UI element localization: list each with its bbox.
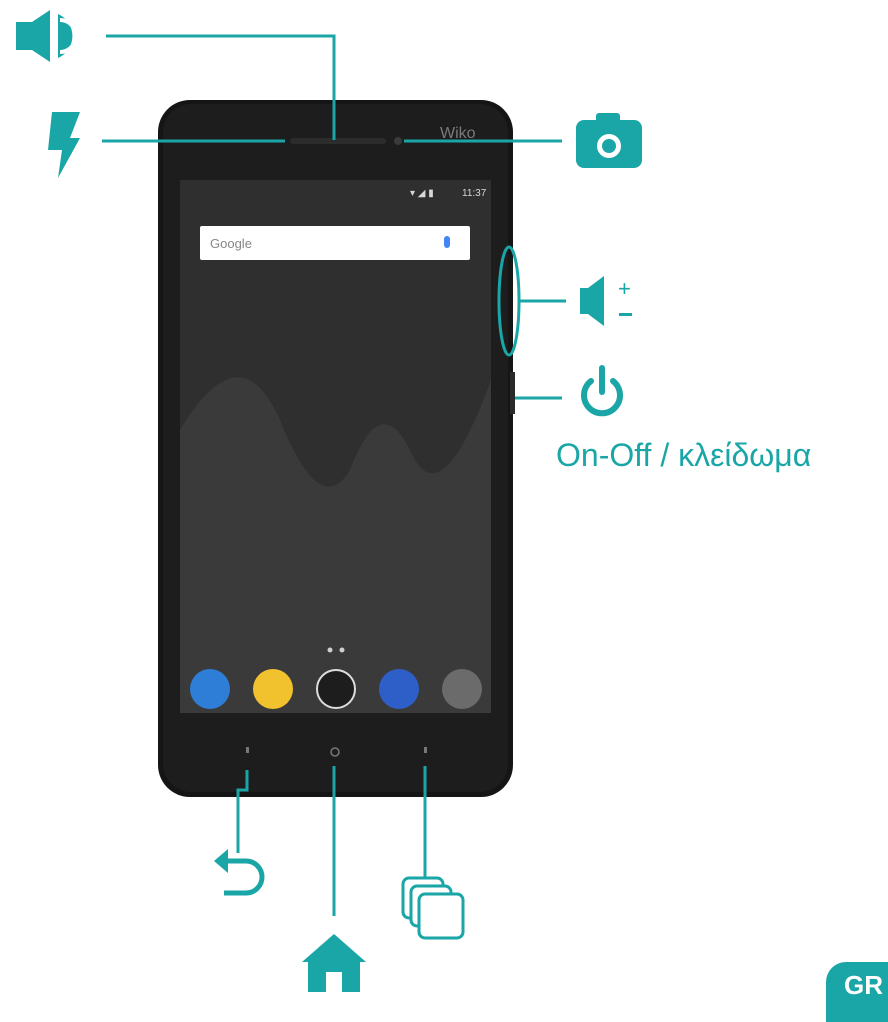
language-badge: GR [826,962,888,1022]
power-icon [581,365,623,417]
status-time: 11:37 [462,188,487,199]
back-icon [214,849,265,896]
search-text: Google [210,236,252,251]
svg-text:+: + [618,276,631,301]
messages-app-icon [253,669,293,709]
power-button [510,372,515,414]
camera-app-icon [442,669,482,709]
page-dot [327,647,333,653]
volume-icon: + [580,276,632,326]
phone-diagram: Wiko ▾ ◢ ▮ 11:37 Google + [16,10,642,992]
back-key [246,747,249,753]
app-drawer-icon [316,669,356,709]
recent-key [424,747,427,753]
home-icon [302,934,366,992]
status-bar: ▾ ◢ ▮ [410,188,434,199]
power-label: On-Off / κλείδωμα [556,437,812,473]
speaker-icon [16,10,78,62]
recent-apps-icon [401,876,465,940]
camera-icon [576,113,642,168]
brand-mark: Wiko [440,125,476,142]
earpiece [290,138,386,144]
phone: Wiko ▾ ◢ ▮ 11:37 Google [158,100,521,797]
mic-icon [444,236,450,248]
page-dot [339,647,345,653]
flash-icon [48,112,80,178]
phone-app-icon [190,669,230,709]
sms-app-icon [379,669,419,709]
front-camera [394,137,402,145]
